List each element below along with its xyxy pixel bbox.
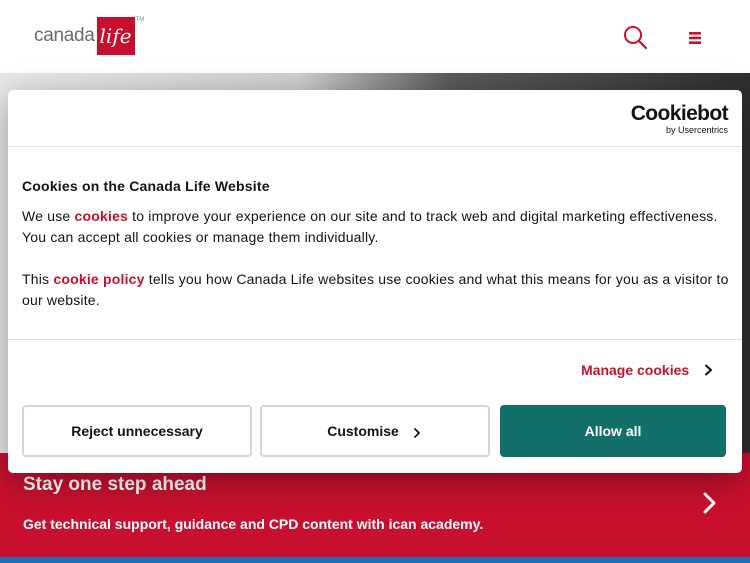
reject-unnecessary-button[interactable]: Reject unnecessary — [22, 405, 252, 457]
footer-strip — [0, 557, 750, 563]
cookiebot-brand: Cookiebot — [630, 102, 729, 125]
paragraph-text: We use — [22, 208, 75, 224]
manage-cookies-link[interactable]: Manage cookies — [581, 362, 715, 378]
logo-mark: life — [96, 17, 135, 55]
allow-all-button-label: Allow all — [584, 423, 642, 439]
logo-text: canada — [34, 25, 95, 46]
cookie-consent-dialog: Cookiebot by Usercentrics Cookies on the… — [8, 90, 742, 473]
cookiebot-logo: Cookiebot by Usercentrics — [630, 102, 729, 136]
search-button[interactable] — [622, 24, 648, 50]
chevron-right-icon — [705, 364, 713, 376]
chevron-right-icon[interactable] — [700, 491, 720, 515]
banner-subtitle: Get technical support, guidance and CPD … — [23, 516, 484, 532]
menu-button[interactable] — [687, 31, 703, 45]
hamburger-menu-icon — [689, 32, 701, 44]
divider — [8, 339, 742, 340]
dialog-title: Cookies on the Canada Life Website — [22, 178, 270, 194]
dialog-paragraph-1: We use cookies to improve your experienc… — [22, 206, 732, 248]
search-icon — [624, 26, 648, 50]
customise-button-label: Customise — [327, 423, 399, 439]
cookies-link[interactable]: cookies — [75, 208, 129, 224]
reject-button-label: Reject unnecessary — [71, 423, 203, 439]
cookiebot-byline: by Usercentrics — [665, 125, 728, 135]
banner-title: Stay one step ahead — [23, 474, 207, 495]
canada-life-logo[interactable]: canada life TM — [34, 17, 144, 55]
paragraph-text: This — [22, 271, 54, 287]
divider — [8, 146, 742, 147]
manage-cookies-label: Manage cookies — [581, 362, 690, 378]
site-header: canada life TM — [0, 0, 750, 73]
allow-all-button[interactable]: Allow all — [500, 405, 726, 457]
cookie-policy-link[interactable]: cookie policy — [53, 271, 144, 287]
dialog-paragraph-2: This cookie policy tells you how Canada … — [22, 269, 732, 311]
logo-trademark: TM — [135, 17, 145, 23]
chevron-right-icon — [413, 427, 420, 438]
customise-button[interactable]: Customise — [260, 405, 490, 457]
